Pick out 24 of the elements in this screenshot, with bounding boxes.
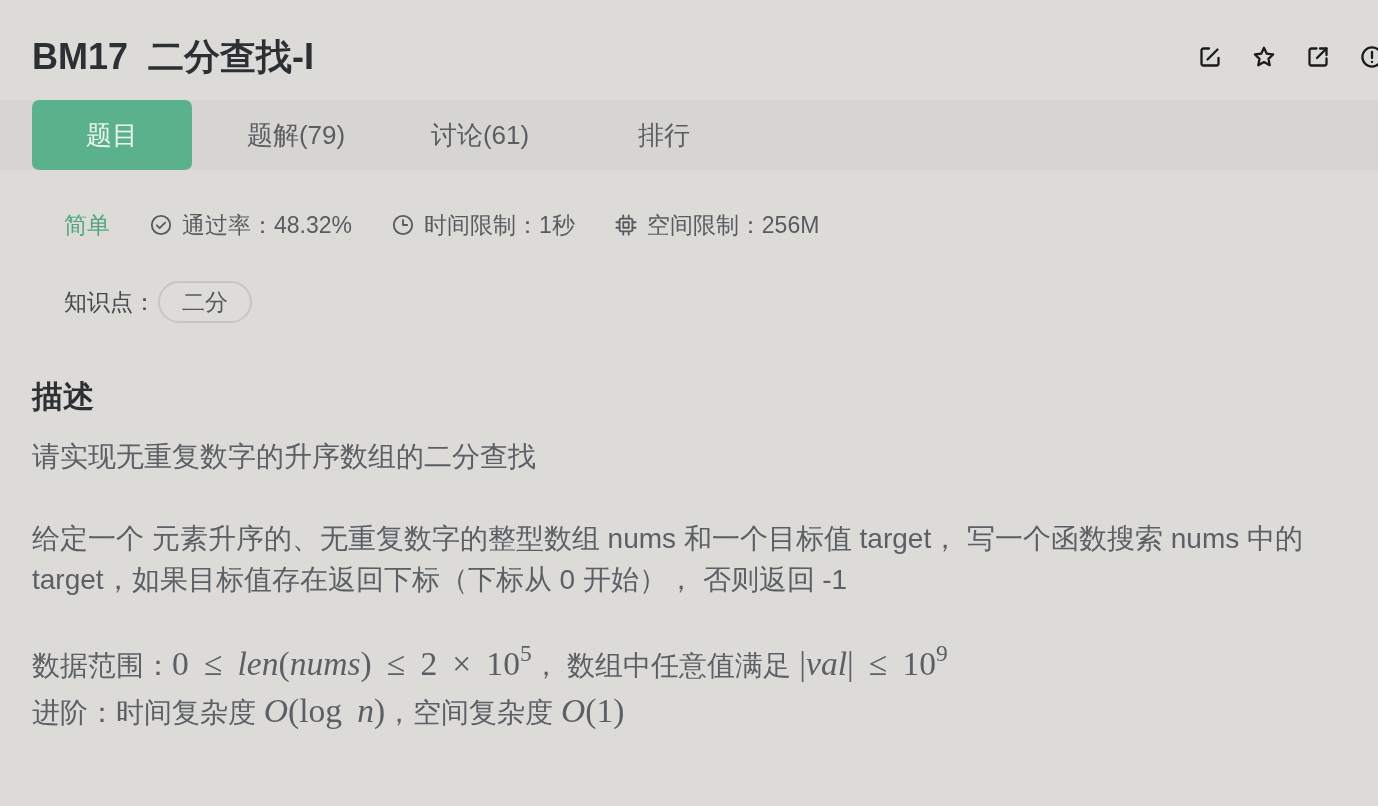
section-heading: 描述 [32,378,95,416]
stat-text: 通过率：48.32% [182,211,352,240]
description-text: 请实现无重复数字的升序数组的二分查找 [32,440,537,474]
description-text: 给定一个 元素升序的、无重复数字的整型数组 nums 和一个目标值 target， 写一个函数搜索 nums 中的 target，如果目标值存在返回下标（下标从 0 开始）， 否则返回 -1 [32,522,1304,597]
difficulty-label: 简单 [64,211,110,240]
description-text: 数据范围：0 ≤ len(nums) ≤ 2 × 10$^{5}$， 数组中任意值满足 |val| ≤ 10$^{9}$ [32,641,949,684]
alert-icon[interactable] [1360,45,1378,69]
tab[interactable]: 排行 [584,100,744,170]
problem-title: 二分查找-I [148,35,315,79]
tab[interactable]: 题解(79) [216,100,376,170]
description-text: 进阶：时间复杂度 O(log n)，空间复杂度 O(1) [32,691,626,731]
topic-tag[interactable]: 二分 [158,281,252,323]
stat-text: 空间限制：256M [646,211,820,240]
problem-id: BM17 [32,35,129,79]
star-icon[interactable] [1252,45,1276,69]
edit-icon[interactable] [1198,45,1222,69]
stat-text: 时间限制：1秒 [424,211,575,240]
knowledge-label: 知识点： [64,288,156,317]
check-circle-icon [150,214,172,236]
tab[interactable]: 讨论(61) [400,100,560,170]
chip-icon [614,214,637,236]
clock-icon [392,214,414,236]
external-link-icon[interactable] [1306,45,1330,69]
tab[interactable]: 题目 [32,100,192,170]
